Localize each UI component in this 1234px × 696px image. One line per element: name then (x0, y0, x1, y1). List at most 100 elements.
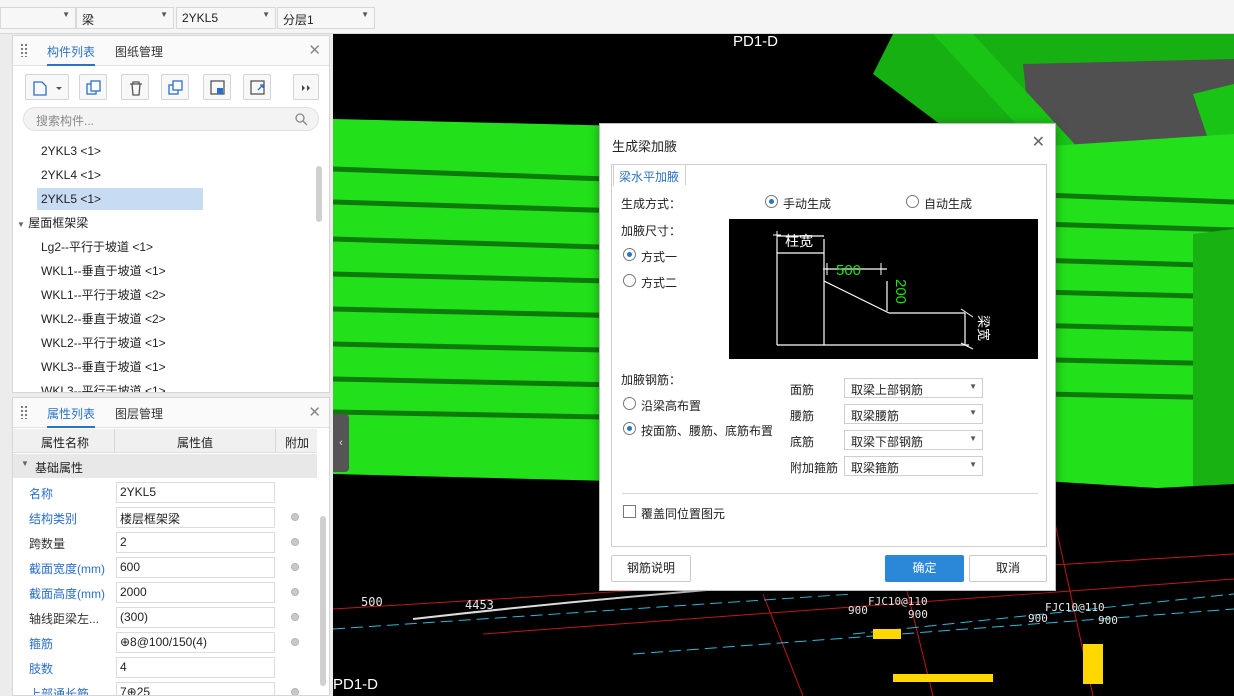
radio-auto[interactable] (906, 195, 919, 208)
cancel-button[interactable]: 取消 (969, 555, 1047, 582)
property-row[interactable]: 轴线距梁左... (300) (13, 605, 317, 630)
radio-method-1[interactable] (623, 248, 636, 261)
property-row[interactable]: 箍筋 ⊕8@100/150(4) (13, 630, 317, 655)
bottom-bar-select[interactable]: 取梁下部钢筋 ▼ (844, 430, 983, 450)
list-scrollbar[interactable] (316, 166, 322, 222)
extra-dot-icon[interactable] (291, 588, 299, 596)
export-icon (250, 80, 265, 95)
group-label: 屋面框架梁 (28, 216, 89, 230)
property-row[interactable]: 结构类别 楼层框架梁 (13, 505, 317, 530)
extra-stirrup-value: 取梁箍筋 (851, 461, 900, 475)
list-item[interactable]: WKL1--平行于坡道 <2> (37, 284, 166, 306)
property-value-field[interactable]: 7⊕25 (116, 682, 275, 695)
list-item[interactable]: WKL3--平行于坡道 <1> (37, 380, 166, 392)
list-item[interactable]: WKL1--垂直于坡道 <1> (37, 260, 166, 282)
extra-dot-icon[interactable] (291, 638, 299, 646)
drag-grip-icon[interactable] (20, 405, 28, 419)
export-button[interactable] (243, 74, 271, 100)
property-value-field[interactable]: 2000 (116, 582, 275, 603)
close-icon[interactable]: ✕ (308, 403, 321, 421)
radio-manual[interactable] (765, 195, 778, 208)
property-value-field[interactable]: ⊕8@100/150(4) (116, 632, 275, 653)
extra-stirrup-label: 附加箍筋 (790, 461, 839, 475)
diagram-dim-500: 500 (836, 262, 861, 279)
tab-layer-management[interactable]: 图层管理 (115, 405, 163, 422)
property-value-field[interactable]: 2YKL5 (116, 482, 275, 503)
property-value-field[interactable]: 600 (116, 557, 275, 578)
property-row[interactable]: 肢数 4 (13, 655, 317, 680)
list-item[interactable]: 2YKL3 <1> (37, 140, 101, 162)
list-item[interactable]: 2YKL4 <1> (37, 164, 101, 186)
ok-button[interactable]: 确定 (885, 555, 964, 582)
section-basic-properties[interactable]: ▼ 基础属性 (13, 454, 317, 478)
radio-along-height[interactable] (623, 397, 636, 410)
list-item[interactable]: Lg2--平行于坡道 <1> (37, 236, 153, 258)
group-roof-frame-beam[interactable]: ▼ 屋面框架梁 (17, 212, 88, 234)
bottom-bar-label: 底筋 (790, 435, 815, 449)
radio-by-bars-label: 按面筋、腰筋、底筋布置 (641, 424, 774, 438)
copy-button[interactable] (79, 74, 107, 100)
list-item[interactable]: WKL2--垂直于坡道 <2> (37, 308, 166, 330)
extra-dot-icon[interactable] (291, 613, 299, 621)
extra-dot-icon[interactable] (291, 688, 299, 695)
list-item[interactable]: WKL2--平行于坡道 <1> (37, 332, 166, 354)
property-value-field[interactable]: (300) (116, 607, 275, 628)
rebar-help-button[interactable]: 钢筋说明 (611, 555, 691, 582)
cad-text: FJC10@110 (868, 595, 928, 608)
tab-property-list[interactable]: 属性列表 (47, 405, 96, 428)
waist-bar-select[interactable]: 取梁腰筋 ▼ (844, 404, 983, 424)
more-button[interactable] (293, 74, 319, 100)
property-name: 结构类别 (29, 512, 78, 526)
component-type-select[interactable]: 梁 ▼ (76, 7, 174, 29)
new-component-button[interactable] (25, 74, 69, 100)
extra-dot-icon[interactable] (291, 513, 299, 521)
property-scrollbar[interactable] (320, 516, 326, 686)
cad-text: 900 (1098, 614, 1118, 627)
property-name: 截面高度(mm) (29, 587, 105, 601)
property-value-field[interactable]: 楼层框架梁 (116, 507, 275, 528)
drag-grip-icon[interactable] (20, 43, 28, 57)
chevron-down-icon: ▼ (262, 10, 270, 19)
top-bar-select[interactable]: 取梁上部钢筋 ▼ (844, 378, 983, 398)
radio-method-2[interactable] (623, 274, 636, 287)
caret-down-icon: ▼ (17, 220, 25, 229)
property-row[interactable]: 上部通长筋 7⊕25 (13, 680, 317, 695)
property-row[interactable]: 截面高度(mm) 2000 (13, 580, 317, 605)
close-icon[interactable]: ✕ (1032, 132, 1045, 152)
radio-method-2-label: 方式二 (641, 276, 678, 290)
dialog-title: 生成梁加腋 (612, 139, 678, 154)
extra-dot-icon[interactable] (291, 563, 299, 571)
property-name: 肢数 (29, 662, 54, 676)
delete-button[interactable] (121, 74, 149, 100)
property-row[interactable]: 跨数量 2 (13, 530, 317, 555)
overlay-checkbox[interactable] (623, 505, 636, 518)
header-value: 属性值 (177, 436, 214, 450)
collapse-panel-handle[interactable]: ‹ (333, 414, 349, 472)
close-icon[interactable]: ✕ (308, 41, 321, 59)
radio-by-bars[interactable] (623, 422, 636, 435)
component-name-select[interactable]: 2YKL5 ▼ (176, 7, 276, 29)
extra-dot-icon[interactable] (291, 538, 299, 546)
list-item-selected[interactable]: 2YKL5 <1> (37, 188, 203, 210)
property-value-field[interactable]: 2 (116, 532, 275, 553)
floor-select[interactable]: ▼ (0, 7, 76, 29)
copy-to-floor-button[interactable] (161, 74, 189, 100)
property-name: 截面宽度(mm) (29, 562, 105, 576)
tab-drawing-management[interactable]: 图纸管理 (115, 43, 163, 60)
property-panel-tabs: 属性列表 图层管理 ✕ (13, 398, 329, 428)
top-bar-label: 面筋 (790, 383, 815, 397)
tab-component-list[interactable]: 构件列表 (47, 43, 96, 66)
layer-select[interactable]: 分层1 ▼ (277, 7, 375, 29)
component-list-panel: 构件列表 图纸管理 ✕ 搜索构件... 2YKL3 <1> 2YKL4 <1> … (12, 35, 330, 393)
extra-stirrup-select[interactable]: 取梁箍筋 ▼ (844, 456, 983, 476)
property-value-field[interactable]: 4 (116, 657, 275, 678)
section-label: 基础属性 (35, 461, 84, 475)
property-name: 名称 (29, 487, 54, 501)
import-button[interactable] (203, 74, 231, 100)
property-row[interactable]: 截面宽度(mm) 600 (13, 555, 317, 580)
list-item[interactable]: WKL3--垂直于坡道 <1> (37, 356, 166, 378)
tab-horizontal-haunch[interactable]: 梁水平加腋 (613, 164, 686, 186)
search-input[interactable]: 搜索构件... (23, 107, 319, 131)
property-row[interactable]: 名称 2YKL5 (13, 480, 317, 505)
double-chevron-right-icon (302, 85, 310, 91)
